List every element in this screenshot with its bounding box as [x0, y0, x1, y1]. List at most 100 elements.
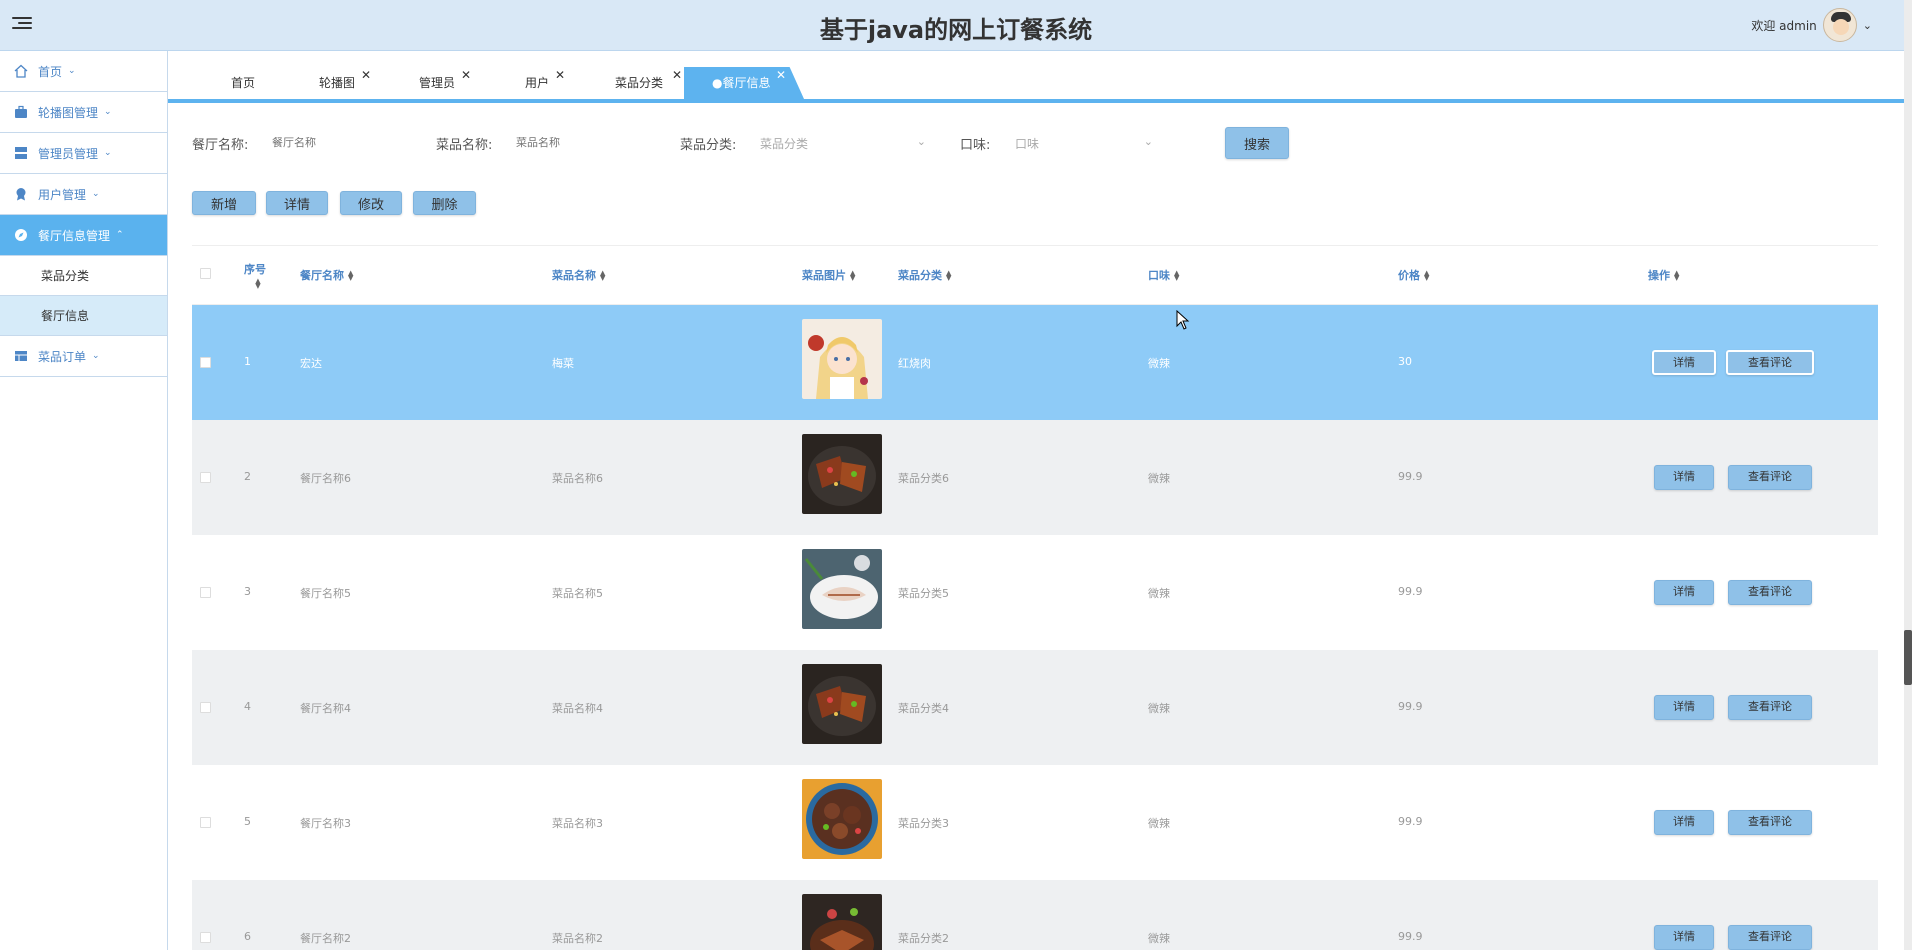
dish-image — [802, 779, 882, 859]
view-comments-button[interactable]: 查看评论 — [1728, 580, 1812, 605]
row-detail-button[interactable]: 详情 — [1654, 925, 1714, 950]
row-checkbox[interactable] — [200, 587, 211, 598]
table-row[interactable]: 6 餐厅名称2 菜品名称2 菜品分类2 微辣 99.9 详情 查看评论 — [192, 880, 1878, 950]
add-button[interactable]: 新增 — [192, 191, 256, 215]
view-comments-button[interactable]: 查看评论 — [1726, 350, 1814, 375]
close-icon[interactable]: ✕ — [776, 67, 786, 91]
close-icon[interactable]: ✕ — [672, 59, 682, 91]
delete-button[interactable]: 删除 — [413, 191, 476, 215]
sidebar-item-restaurant[interactable]: 餐厅信息管理 ⌃ — [0, 215, 167, 256]
dish-category-select[interactable]: 菜品分类 ⌄ — [760, 135, 926, 152]
sidebar: 首页 ⌄ 轮播图管理 ⌄ 管理员管理 ⌄ 用户管理 ⌄ 餐厅信息管理 ⌃ 菜品分… — [0, 51, 168, 950]
sidebar-item-home[interactable]: 首页 ⌄ — [0, 51, 167, 92]
cell-dish: 菜品名称3 — [552, 817, 603, 830]
scrollbar-track[interactable] — [1904, 0, 1912, 950]
cell-category: 菜品分类4 — [898, 702, 949, 715]
app-title: 基于java的网上订餐系统 — [819, 16, 1093, 44]
row-detail-button[interactable]: 详情 — [1654, 695, 1714, 720]
column-header-restaurant[interactable]: 餐厅名称 ▲ ▼ — [300, 267, 353, 283]
cell-category: 菜品分类6 — [898, 472, 949, 485]
sidebar-subitem-restaurant-info[interactable]: 餐厅信息 — [0, 296, 167, 336]
edit-button[interactable]: 修改 — [340, 191, 402, 215]
cell-category: 菜品分类5 — [898, 587, 949, 600]
table-row[interactable]: 3 餐厅名称5 菜品名称5 菜品分类5 微辣 99.9 详情 查看评论 — [192, 535, 1878, 650]
tab-dish-category[interactable]: 菜品分类 ✕ — [615, 67, 682, 99]
column-header-no[interactable]: 序号 ▲ ▼ — [244, 261, 266, 290]
row-detail-button[interactable]: 详情 — [1654, 465, 1714, 490]
cell-price: 99.9 — [1398, 700, 1423, 713]
sidebar-item-label: 用户管理 — [38, 187, 87, 202]
tab-label: 轮播图 — [319, 76, 356, 90]
tab-restaurant-info[interactable]: ●餐厅信息 ✕ — [684, 67, 804, 99]
close-icon[interactable]: ✕ — [461, 59, 471, 91]
dish-name-input[interactable] — [516, 137, 680, 149]
row-checkbox[interactable] — [200, 702, 211, 713]
chevron-down-icon: ⌄ — [104, 148, 112, 158]
cell-dish: 菜品名称5 — [552, 587, 603, 600]
sidebar-item-orders[interactable]: 菜品订单 ⌄ — [0, 336, 167, 377]
taste-select[interactable]: 口味 ⌄ — [1015, 135, 1153, 152]
tab-label: 管理员 — [419, 76, 456, 90]
dish-name-label: 菜品名称: — [436, 137, 493, 153]
row-checkbox[interactable] — [200, 817, 211, 828]
scrollbar-thumb[interactable] — [1904, 630, 1912, 685]
sidebar-item-carousel[interactable]: 轮播图管理 ⌄ — [0, 92, 167, 133]
sidebar-item-admins[interactable]: 管理员管理 ⌄ — [0, 133, 167, 174]
sidebar-subitem-dish-category[interactable]: 菜品分类 — [0, 256, 167, 296]
avatar[interactable] — [1822, 8, 1857, 42]
sidebar-item-label: 餐厅信息管理 — [38, 228, 111, 243]
taste-label: 口味: — [960, 137, 991, 153]
cell-restaurant: 餐厅名称4 — [300, 702, 351, 715]
tab-home[interactable]: 首页 — [231, 67, 255, 99]
menu-toggle-icon[interactable] — [12, 14, 32, 34]
user-menu[interactable]: 欢迎 admin ⌄ — [1751, 8, 1872, 42]
column-header-price[interactable]: 价格 ▲ ▼ — [1398, 267, 1429, 283]
sort-icon: ▲ ▼ — [1424, 269, 1430, 282]
table-row[interactable]: 1 宏达 梅菜 红烧肉 微辣 30 详情 查看评论 — [192, 305, 1878, 420]
briefcase-icon — [15, 105, 27, 118]
cell-category: 菜品分类3 — [898, 817, 949, 830]
restaurant-name-input[interactable] — [272, 137, 436, 149]
table-row[interactable]: 5 餐厅名称3 菜品名称3 菜品分类3 微辣 99.9 详情 查看评论 — [192, 765, 1878, 880]
cell-no: 6 — [244, 930, 251, 943]
cell-dish: 梅菜 — [552, 357, 574, 370]
chevron-down-icon: ⌄ — [68, 66, 76, 76]
view-comments-button[interactable]: 查看评论 — [1728, 465, 1812, 490]
row-detail-button[interactable]: 详情 — [1654, 810, 1714, 835]
row-detail-button[interactable]: 详情 — [1652, 350, 1716, 375]
column-header-actions[interactable]: 操作 ▲ ▼ — [1648, 267, 1679, 283]
tab-admins[interactable]: 管理员 ✕ — [419, 67, 471, 99]
table-row[interactable]: 4 餐厅名称4 菜品名称4 菜品分类4 微辣 99.9 详情 查看评论 — [192, 650, 1878, 765]
dish-image — [802, 664, 882, 744]
detail-button[interactable]: 详情 — [266, 191, 328, 215]
sidebar-item-users[interactable]: 用户管理 ⌄ — [0, 174, 167, 215]
tab-carousel[interactable]: 轮播图 ✕ — [319, 67, 371, 99]
close-icon[interactable]: ✕ — [555, 59, 565, 91]
row-checkbox[interactable] — [200, 932, 211, 943]
cell-price: 30 — [1398, 355, 1412, 368]
row-checkbox[interactable] — [200, 472, 211, 483]
sidebar-subitem-label: 餐厅信息 — [41, 309, 90, 323]
sidebar-item-label: 首页 — [38, 64, 63, 79]
cell-no: 1 — [244, 355, 251, 368]
chevron-down-icon: ⌄ — [92, 189, 100, 199]
select-all-checkbox[interactable] — [200, 268, 211, 279]
view-comments-button[interactable]: 查看评论 — [1728, 810, 1812, 835]
view-comments-button[interactable]: 查看评论 — [1728, 925, 1812, 950]
row-checkbox[interactable] — [200, 357, 211, 368]
dish-image — [802, 549, 882, 629]
table-row[interactable]: 2 餐厅名称6 菜品名称6 菜品分类6 微辣 99.9 详情 查看评论 — [192, 420, 1878, 535]
column-header-category[interactable]: 菜品分类 ▲ ▼ — [898, 267, 951, 283]
chevron-down-icon[interactable]: ⌄ — [1863, 19, 1872, 32]
tab-bar: 首页 轮播图 ✕ 管理员 ✕ 用户 ✕ 菜品分类 ✕ ●餐厅信息 ✕ — [168, 51, 1904, 103]
close-icon[interactable]: ✕ — [361, 59, 371, 91]
search-button[interactable]: 搜索 — [1225, 127, 1289, 159]
column-header-image[interactable]: 菜品图片 ▲ ▼ — [802, 267, 855, 283]
cell-taste: 微辣 — [1148, 472, 1170, 485]
view-comments-button[interactable]: 查看评论 — [1728, 695, 1812, 720]
column-header-dish[interactable]: 菜品名称 ▲ ▼ — [552, 267, 605, 283]
column-header-taste[interactable]: 口味 ▲ ▼ — [1148, 267, 1179, 283]
row-detail-button[interactable]: 详情 — [1654, 580, 1714, 605]
sidebar-subitem-label: 菜品分类 — [41, 269, 90, 283]
tab-users[interactable]: 用户 ✕ — [525, 67, 565, 99]
